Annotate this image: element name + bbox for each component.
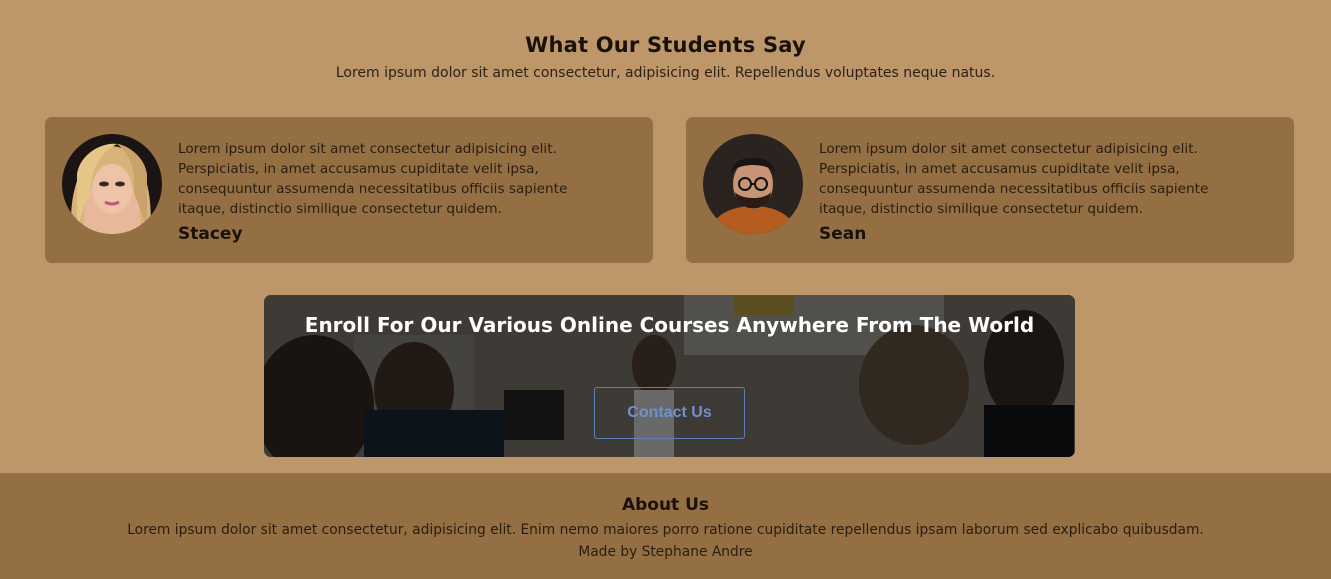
- contact-us-button[interactable]: Contact Us: [594, 387, 745, 439]
- testimonial-text: Lorem ipsum dolor sit amet consectetur a…: [819, 141, 1209, 217]
- footer-text: Lorem ipsum dolor sit amet consectetur, …: [127, 522, 1204, 538]
- testimonial-card-sean: Lorem ipsum dolor sit amet consectetur a…: [686, 117, 1294, 263]
- about-footer: About Us Lorem ipsum dolor sit amet cons…: [0, 473, 1331, 579]
- stacey-avatar: [62, 134, 162, 234]
- testimonial-card-stacey: Lorem ipsum dolor sit amet consectetur a…: [45, 117, 653, 263]
- testimonial-name: Stacey: [178, 224, 243, 244]
- testimonials-title: What Our Students Say: [525, 33, 806, 57]
- banner-title: Enroll For Our Various Online Courses An…: [304, 313, 1035, 337]
- sean-avatar: [703, 134, 803, 234]
- enroll-banner: Enroll For Our Various Online Courses An…: [264, 295, 1075, 457]
- testimonial-text: Lorem ipsum dolor sit amet consectetur a…: [178, 141, 568, 217]
- card-body: Lorem ipsum dolor sit amet consectetur a…: [819, 134, 1239, 247]
- testimonial-name: Sean: [819, 224, 867, 244]
- footer-credit: Made by Stephane Andre: [578, 544, 753, 560]
- testimonial-cards: Lorem ipsum dolor sit amet consectetur a…: [45, 117, 1294, 263]
- testimonials-subtitle: Lorem ipsum dolor sit amet consectetur, …: [335, 65, 996, 81]
- testimonials-section: What Our Students Say Lorem ipsum dolor …: [0, 0, 1331, 81]
- banner-content: Enroll For Our Various Online Courses An…: [264, 295, 1075, 439]
- footer-title: About Us: [621, 495, 710, 515]
- card-body: Lorem ipsum dolor sit amet consectetur a…: [178, 134, 598, 247]
